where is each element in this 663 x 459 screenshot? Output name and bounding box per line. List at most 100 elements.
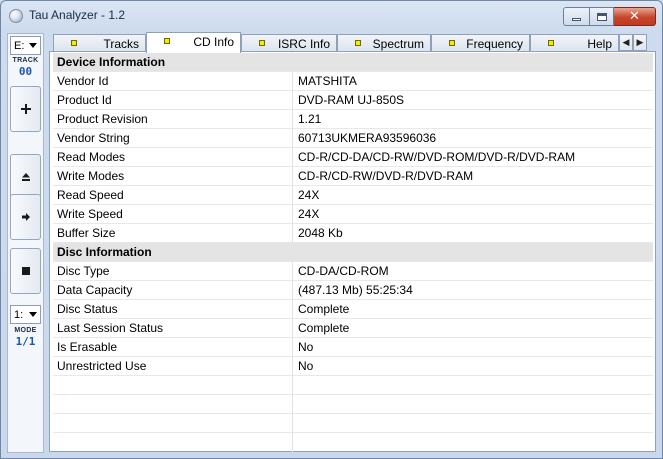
stop-icon xyxy=(21,267,30,275)
tab-label: Help xyxy=(587,37,612,51)
tab-indicator-icon xyxy=(355,40,361,46)
row-name: Is Erasable xyxy=(57,340,118,354)
row-value: MATSHITA xyxy=(298,74,357,88)
stop-button[interactable] xyxy=(10,248,41,294)
app-icon[interactable] xyxy=(9,9,23,23)
tab-cd-info[interactable]: CD Info xyxy=(146,32,241,53)
tab-indicator-icon xyxy=(164,38,170,44)
tab-scroll-right-button[interactable]: ▶ xyxy=(633,34,647,51)
table-row[interactable]: Product Revision 1.21 xyxy=(53,110,653,129)
drive-select[interactable]: E: xyxy=(10,36,41,55)
table-row[interactable]: Product Id DVD-RAM UJ-850S xyxy=(53,91,653,110)
row-name: Write Modes xyxy=(57,169,125,183)
section-title: Disc Information xyxy=(57,245,152,259)
section-header: Device Information xyxy=(53,53,653,72)
row-name: Read Speed xyxy=(57,188,124,202)
row-name: Buffer Size xyxy=(57,226,116,240)
row-value: 1.21 xyxy=(298,112,322,126)
row-name: Read Modes xyxy=(57,150,126,164)
table-row[interactable]: Write Modes CD-R/CD-RW/DVD-R/DVD-RAM xyxy=(53,167,653,186)
section-header: Disc Information xyxy=(53,243,653,262)
tab-tracks[interactable]: Tracks xyxy=(53,34,146,52)
row-name: Vendor Id xyxy=(57,74,109,88)
row-value: Complete xyxy=(298,302,350,316)
row-value: 60713UKMERA93596036 xyxy=(298,131,437,145)
tab-indicator-icon xyxy=(449,40,455,46)
cd-info-panel: Device Information Vendor Id MATSHITA Pr… xyxy=(49,51,656,452)
row-name: Product Revision xyxy=(57,112,148,126)
row-value: CD-R/CD-DA/CD-RW/DVD-ROM/DVD-R/DVD-RAM xyxy=(298,150,576,164)
row-name: Data Capacity xyxy=(57,283,133,297)
row-value: 24X xyxy=(298,188,320,202)
chevron-left-icon: ◀ xyxy=(622,37,630,47)
tab-label: CD Info xyxy=(193,35,234,49)
row-name: Unrestricted Use xyxy=(57,359,147,373)
row-value: 24X xyxy=(298,207,320,221)
empty-row xyxy=(53,376,653,395)
row-value: CD-R/CD-RW/DVD-R/DVD-RAM xyxy=(298,169,474,183)
table-row[interactable]: Vendor Id MATSHITA xyxy=(53,72,653,91)
section-title: Device Information xyxy=(57,55,166,69)
row-name: Product Id xyxy=(57,93,112,107)
table-row[interactable]: Vendor String 60713UKMERA93596036 xyxy=(53,129,653,148)
row-name: Write Speed xyxy=(57,207,123,221)
minimize-icon xyxy=(572,18,581,21)
tab-frequency[interactable]: Frequency xyxy=(431,34,530,52)
track-value: 00 xyxy=(18,65,33,78)
play-icon xyxy=(21,213,30,221)
table-row[interactable]: Is Erasable No xyxy=(53,338,653,357)
mode-label: MODE xyxy=(14,327,37,334)
tab-help[interactable]: Help xyxy=(530,34,619,52)
row-value: (487.13 Mb) 55:25:34 xyxy=(298,283,413,297)
row-name: Disc Type xyxy=(57,264,110,278)
mode-value: 1/1 xyxy=(15,335,36,348)
row-name: Vendor String xyxy=(57,131,130,145)
row-value: DVD-RAM UJ-850S xyxy=(298,93,405,107)
add-button[interactable] xyxy=(10,86,41,132)
tab-label: ISRC Info xyxy=(277,37,330,51)
tab-spectrum[interactable]: Spectrum xyxy=(337,34,431,52)
row-name: Disc Status xyxy=(57,302,118,316)
empty-row xyxy=(53,395,653,414)
table-row[interactable]: Disc Status Complete xyxy=(53,300,653,319)
tab-strip: Tracks CD Info ISRC Info Spectrum Freque… xyxy=(49,32,660,53)
table-row[interactable]: Write Speed 24X xyxy=(53,205,653,224)
tab-indicator-icon xyxy=(548,40,554,46)
tab-scroll-left-button[interactable]: ◀ xyxy=(619,34,633,51)
tab-label: Tracks xyxy=(103,37,139,51)
mode-select-value: 1: xyxy=(14,308,24,321)
table-row[interactable]: Unrestricted Use No xyxy=(53,357,653,376)
mode-select[interactable]: 1: xyxy=(10,305,41,324)
table-row[interactable]: Data Capacity (487.13 Mb) 55:25:34 xyxy=(53,281,653,300)
title-bar[interactable]: Tau Analyzer - 1.2 ✕ xyxy=(1,1,662,31)
row-value: No xyxy=(298,340,314,354)
empty-row xyxy=(53,414,653,433)
maximize-button[interactable] xyxy=(589,7,614,26)
play-button[interactable] xyxy=(10,194,41,240)
eject-icon xyxy=(21,173,30,181)
drive-select-value: E: xyxy=(14,39,25,52)
app-window: Tau Analyzer - 1.2 ✕ E: TRACK 00 1: MODE… xyxy=(0,0,663,459)
window-controls: ✕ xyxy=(563,7,656,26)
table-row[interactable]: Disc Type CD-DA/CD-ROM xyxy=(53,262,653,281)
row-value: No xyxy=(298,359,314,373)
table-row[interactable]: Read Modes CD-R/CD-DA/CD-RW/DVD-ROM/DVD-… xyxy=(53,148,653,167)
tab-indicator-icon xyxy=(259,40,265,46)
chevron-down-icon xyxy=(29,312,37,317)
left-toolbar: E: TRACK 00 1: MODE 1/1 xyxy=(7,33,44,453)
close-icon: ✕ xyxy=(629,9,640,24)
table-row[interactable]: Last Session Status Complete xyxy=(53,319,653,338)
row-value: CD-DA/CD-ROM xyxy=(298,264,389,278)
tab-label: Frequency xyxy=(466,37,523,51)
row-value: Complete xyxy=(298,321,350,335)
minimize-button[interactable] xyxy=(563,7,589,26)
tab-isrc-info[interactable]: ISRC Info xyxy=(241,34,337,52)
table-row[interactable]: Read Speed 24X xyxy=(53,186,653,205)
window-title: Tau Analyzer - 1.2 xyxy=(29,8,126,22)
tab-indicator-icon xyxy=(71,40,77,46)
maximize-icon xyxy=(596,12,607,21)
chevron-down-icon xyxy=(29,43,37,48)
row-value: 2048 Kb xyxy=(298,226,343,240)
close-button[interactable]: ✕ xyxy=(614,7,656,26)
table-row[interactable]: Buffer Size 2048 Kb xyxy=(53,224,653,243)
